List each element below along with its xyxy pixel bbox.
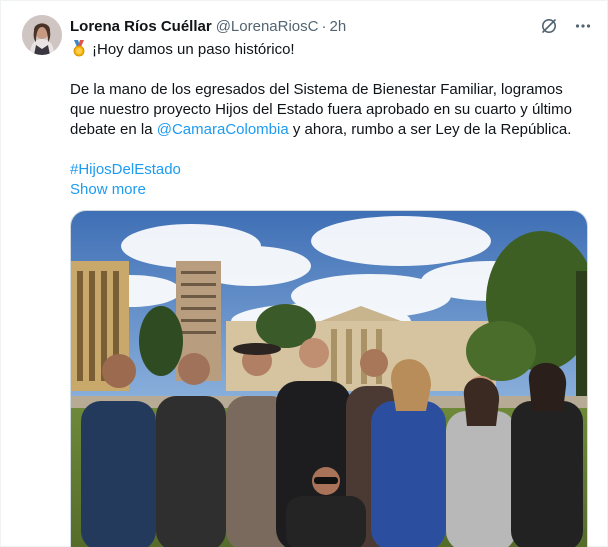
author-name[interactable]: Lorena Ríos Cuéllar	[70, 18, 212, 35]
tweet-text: ¡Hoy damos un paso histórico! De la mano…	[70, 39, 590, 200]
medal-icon	[70, 39, 88, 57]
timestamp[interactable]: 2h	[329, 18, 346, 35]
show-more-link[interactable]: Show more	[70, 180, 146, 200]
tweet-line-1: ¡Hoy damos un paso histórico!	[70, 39, 590, 60]
avatar[interactable]	[22, 15, 62, 55]
grok-icon[interactable]	[539, 16, 559, 36]
tweet-header: Lorena Ríos Cuéllar @LorenaRiosC · 2h	[70, 15, 593, 37]
tweet-headline: ¡Hoy damos un paso histórico!	[92, 41, 295, 58]
hashtag-link[interactable]: #HijosDelEstado	[70, 161, 181, 178]
more-icon[interactable]	[573, 16, 593, 36]
mention-link[interactable]: @CamaraColombia	[157, 121, 289, 138]
hashtag-line: #HijosDelEstado	[70, 160, 590, 180]
tweet-paragraph: De la mano de los egresados del Sistema …	[70, 80, 590, 140]
tweet-photo[interactable]	[70, 210, 588, 547]
header-actions	[539, 16, 593, 36]
tweet[interactable]: Lorena Ríos Cuéllar @LorenaRiosC · 2h ¡H…	[0, 0, 608, 547]
separator-dot: ·	[321, 17, 327, 35]
tweet-paragraph-text-2: y ahora, rumbo a ser Ley de la República…	[288, 121, 572, 138]
author-handle[interactable]: @LorenaRiosC	[216, 18, 319, 35]
